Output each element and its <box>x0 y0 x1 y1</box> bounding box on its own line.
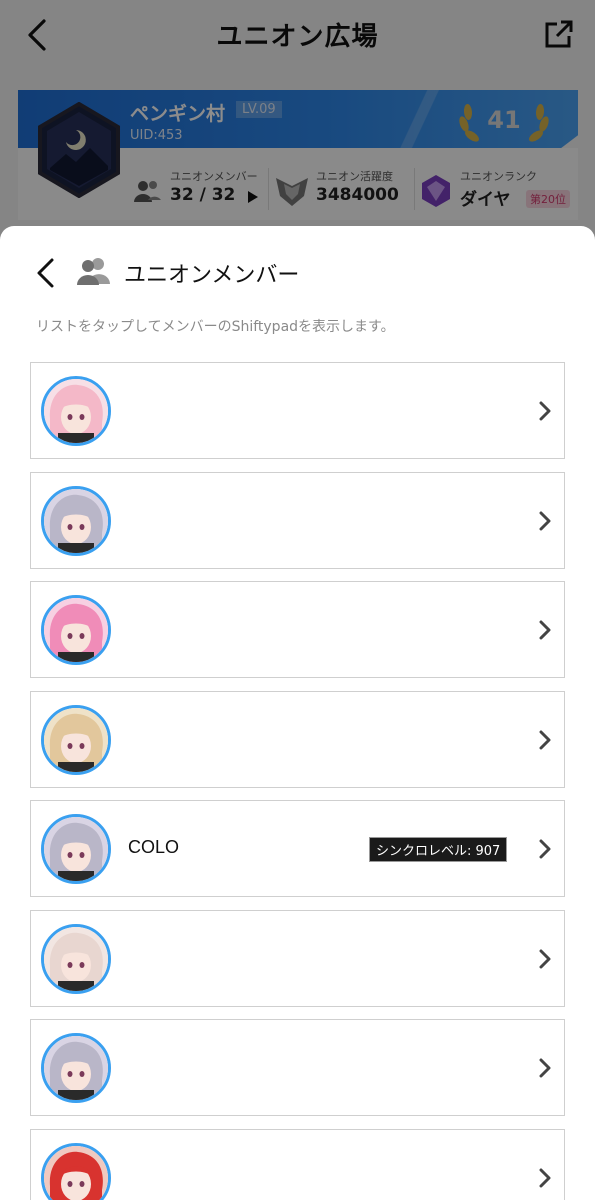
members-icon <box>76 256 112 286</box>
chevron-right-icon <box>538 401 552 421</box>
chevron-right-icon <box>538 1058 552 1078</box>
member-avatar <box>41 376 111 446</box>
sheet-header: ユニオンメンバー <box>0 226 595 316</box>
member-row[interactable] <box>30 909 565 1007</box>
member-avatar <box>41 704 111 775</box>
sheet-back-icon[interactable] <box>32 256 58 290</box>
member-row[interactable]: COLO シンクロレベル: 907 <box>30 800 565 897</box>
sync-level-tag: シンクロレベル: 907 <box>369 837 508 862</box>
member-avatar <box>41 1142 111 1200</box>
member-avatar <box>41 814 111 884</box>
member-row[interactable] <box>30 690 565 788</box>
members-sheet: ユニオンメンバー リストをタップしてメンバーのShiftypadを表示します。 … <box>0 226 595 1200</box>
chevron-right-icon <box>538 511 552 531</box>
member-row[interactable] <box>30 581 565 678</box>
member-avatar <box>41 485 111 556</box>
member-name: COLO <box>128 837 180 857</box>
member-avatar <box>41 923 111 994</box>
sheet-hint: リストをタップしてメンバーのShiftypadを表示します。 <box>36 319 395 335</box>
member-avatar <box>41 1033 111 1103</box>
member-row[interactable] <box>30 1128 565 1200</box>
chevron-right-icon <box>538 1168 552 1188</box>
member-row[interactable] <box>30 471 565 569</box>
member-avatar <box>41 595 111 665</box>
chevron-right-icon <box>538 949 552 969</box>
member-row[interactable] <box>30 362 565 459</box>
modal-overlay[interactable] <box>0 0 595 260</box>
chevron-right-icon <box>538 730 552 750</box>
chevron-right-icon <box>538 839 552 859</box>
chevron-right-icon <box>538 620 552 640</box>
member-row[interactable] <box>30 1019 565 1116</box>
sheet-title: ユニオンメンバー <box>124 263 300 288</box>
